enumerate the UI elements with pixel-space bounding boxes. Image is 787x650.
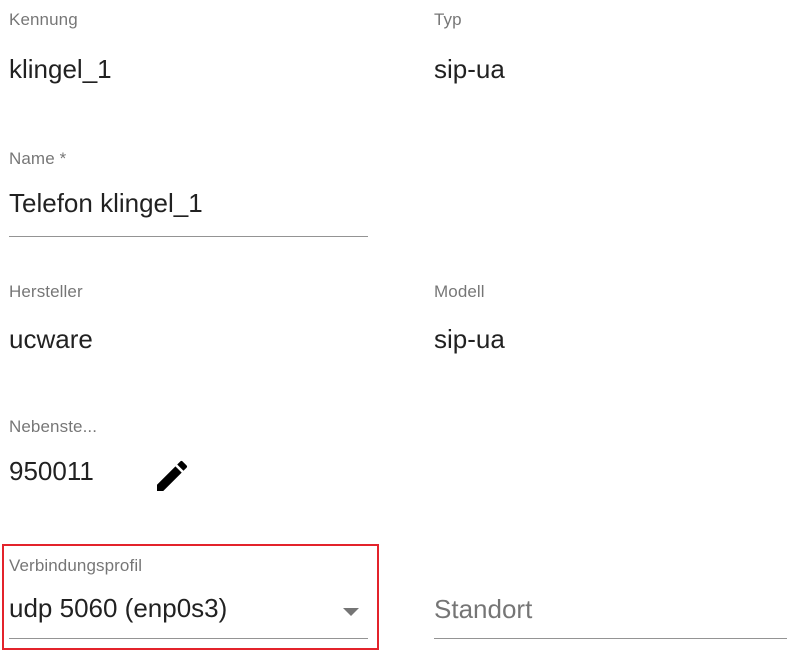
verbindungsprofil-select[interactable]: udp 5060 (enp0s3) (9, 590, 368, 638)
typ-label: Typ (434, 10, 462, 29)
hersteller-label: Hersteller (9, 282, 83, 301)
nebenstelle-label: Nebenste... (9, 417, 98, 436)
verbindungsprofil-underline (9, 638, 368, 639)
nebenstelle-value: 950011 (9, 456, 94, 486)
standort-input-underline (434, 638, 787, 639)
name-input[interactable]: Telefon klingel_1 (9, 188, 203, 219)
kennung-value: klingel_1 (9, 54, 112, 84)
name-label: Name * (9, 149, 67, 168)
modell-value: sip-ua (434, 324, 505, 354)
modell-label: Modell (434, 282, 485, 301)
name-input-underline (9, 236, 368, 237)
kennung-label: Kennung (9, 10, 78, 29)
pencil-icon[interactable] (152, 456, 192, 496)
verbindungsprofil-selected-value: udp 5060 (enp0s3) (9, 593, 228, 623)
typ-value: sip-ua (434, 54, 505, 84)
hersteller-value: ucware (9, 324, 93, 354)
standort-input[interactable]: Standort (434, 594, 532, 625)
arrow-drop-down-icon[interactable] (343, 608, 359, 616)
verbindungsprofil-label: Verbindungsprofil (9, 556, 143, 575)
